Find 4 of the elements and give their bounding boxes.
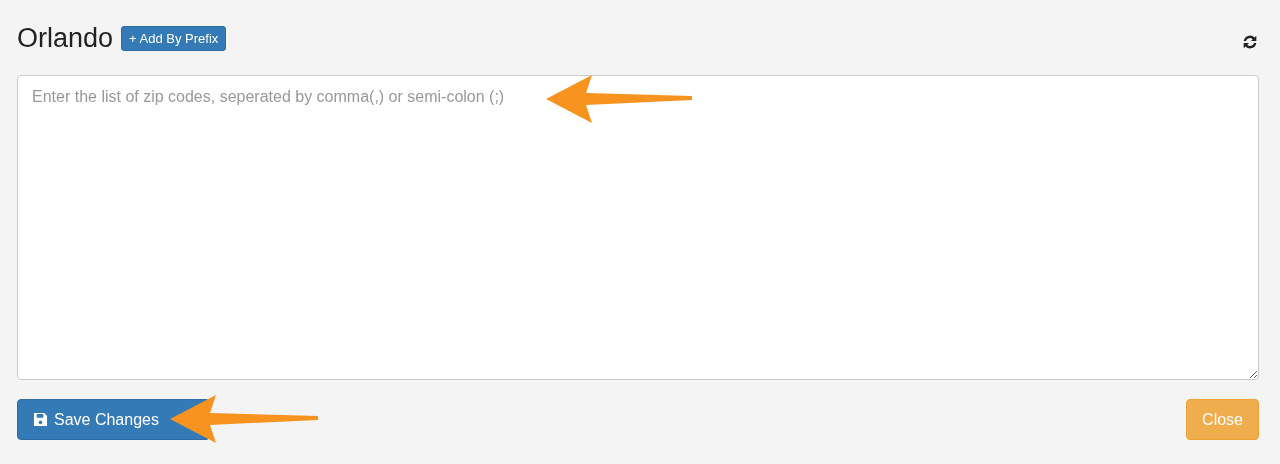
zip-codes-field[interactable]: Enter the list of zip codes, seperated by comma(,) or semi-colon (;) <box>17 75 1259 380</box>
page-title: Orlando <box>17 22 114 54</box>
add-by-prefix-button[interactable]: + Add By Prefix <box>121 25 227 51</box>
refresh-icon[interactable] <box>1241 33 1259 51</box>
